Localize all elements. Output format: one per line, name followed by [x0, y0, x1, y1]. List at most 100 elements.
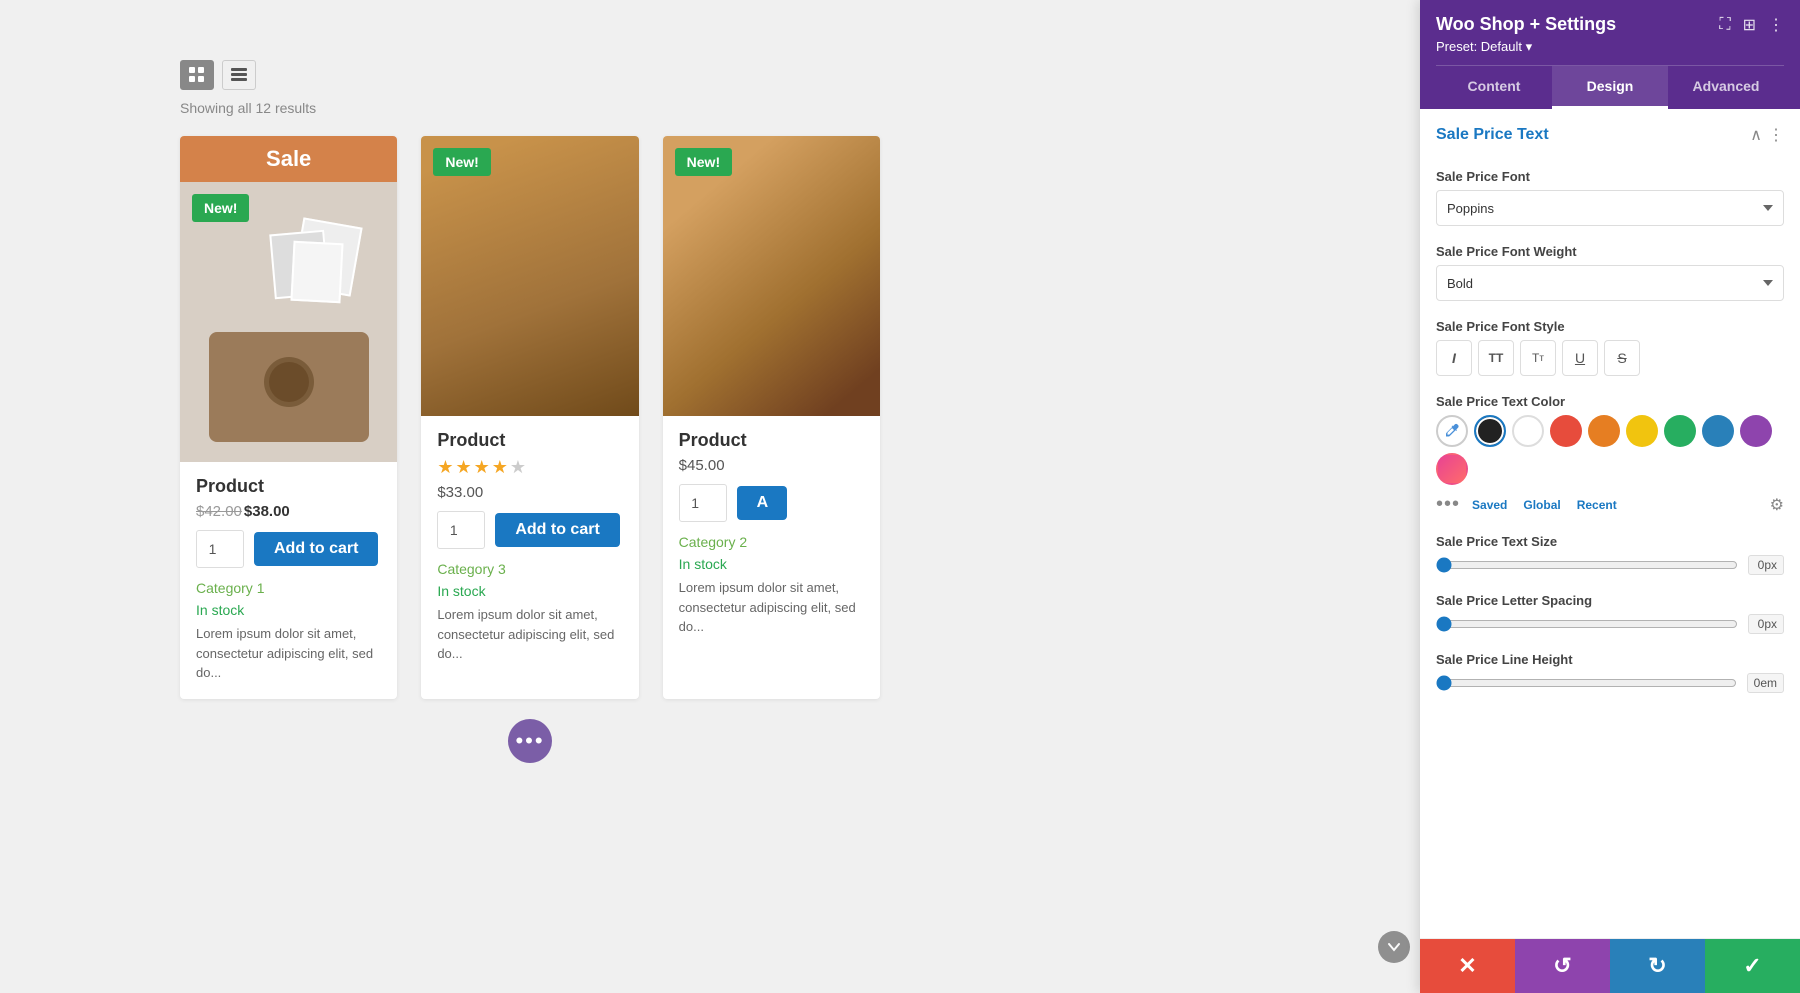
star-3: ★ — [474, 457, 490, 478]
product-info-2: Product ★ ★ ★ ★ ★ $33.00 Add to cart Cat… — [421, 416, 638, 680]
grid-view-button[interactable] — [180, 60, 214, 90]
qty-input-3[interactable] — [679, 484, 727, 522]
color-swatch-black[interactable] — [1474, 415, 1506, 447]
color-swatch-pink[interactable] — [1436, 453, 1468, 485]
sale-price-letter-spacing-label: Sale Price Letter Spacing — [1436, 593, 1784, 608]
sale-price-font-weight-group: Sale Price Font Weight Bold — [1436, 244, 1784, 301]
tab-content[interactable]: Content — [1436, 66, 1552, 109]
qty-input-2[interactable] — [437, 511, 485, 549]
font-style-strikethrough-button[interactable]: S — [1604, 340, 1640, 376]
cancel-icon: ✕ — [1458, 953, 1476, 979]
regular-price-3: $45.00 — [679, 457, 725, 474]
section-header-icons: ∧ ⋮ — [1750, 125, 1784, 145]
add-to-cart-row-3: A — [679, 484, 864, 522]
tab-advanced[interactable]: Advanced — [1668, 66, 1784, 109]
undo-button[interactable]: ↺ — [1515, 939, 1610, 993]
color-tab-dots: ••• — [1436, 493, 1460, 516]
qty-input-1[interactable] — [196, 530, 244, 568]
font-style-italic-button[interactable]: I — [1436, 340, 1472, 376]
color-swatch-green[interactable] — [1664, 415, 1696, 447]
color-swatch-yellow[interactable] — [1626, 415, 1658, 447]
color-settings-icon[interactable]: ⚙ — [1770, 495, 1784, 515]
product-stock-1: In stock — [196, 602, 381, 618]
font-style-underline-button[interactable]: U — [1562, 340, 1598, 376]
pagination: ••• — [180, 719, 880, 763]
section-header: Sale Price Text ∧ ⋮ — [1436, 125, 1784, 153]
sale-price-font-weight-select[interactable]: Bold — [1436, 265, 1784, 301]
add-to-cart-button-2[interactable]: Add to cart — [495, 513, 619, 547]
sale-price-line-height-label: Sale Price Line Height — [1436, 652, 1784, 667]
color-tab-saved[interactable]: Saved — [1468, 496, 1511, 514]
preset-label: Preset: Default — [1436, 39, 1522, 54]
sale-price-line-height-slider[interactable] — [1436, 675, 1737, 691]
color-tab-global[interactable]: Global — [1519, 496, 1564, 514]
font-style-uppercase-button[interactable]: TT — [1478, 340, 1514, 376]
panel-title: Woo Shop + Settings — [1436, 14, 1616, 35]
sale-price-text-color-label: Sale Price Text Color — [1436, 394, 1784, 409]
color-tabs-row: ••• Saved Global Recent ⚙ — [1436, 493, 1784, 516]
product-category-3[interactable]: Category 2 — [679, 534, 864, 550]
product-price-2: $33.00 — [437, 484, 622, 501]
product-name-3: Product — [679, 430, 864, 451]
font-style-capitalize-button[interactable]: Tт — [1520, 340, 1556, 376]
product-name-2: Product — [437, 430, 622, 451]
regular-price-2: $33.00 — [437, 484, 483, 501]
panel-preset[interactable]: Preset: Default ▾ — [1436, 39, 1784, 55]
sale-price-text-size-slider[interactable] — [1436, 557, 1738, 573]
sale-price-font-group: Sale Price Font Poppins — [1436, 169, 1784, 226]
color-swatches — [1436, 415, 1784, 485]
product-image-3: New! — [663, 136, 880, 416]
redo-button[interactable]: ↻ — [1610, 939, 1705, 993]
badge-new-2: New! — [433, 148, 490, 176]
color-swatch-red[interactable] — [1550, 415, 1582, 447]
sale-price-letter-spacing-value: 0px — [1748, 614, 1784, 634]
scroll-down-button[interactable] — [1378, 931, 1410, 963]
badge-new-3: New! — [675, 148, 732, 176]
section-collapse-button[interactable]: ∧ — [1750, 125, 1762, 145]
color-swatch-white[interactable] — [1512, 415, 1544, 447]
product-info-1: Product $42.00$38.00 Add to cart Categor… — [180, 462, 397, 699]
product-category-2[interactable]: Category 3 — [437, 561, 622, 577]
sale-price-font-label: Sale Price Font — [1436, 169, 1784, 184]
add-to-cart-row-2: Add to cart — [437, 511, 622, 549]
pagination-dots-button[interactable]: ••• — [508, 719, 552, 763]
add-to-cart-row-1: Add to cart — [196, 530, 381, 568]
color-swatch-orange[interactable] — [1588, 415, 1620, 447]
color-tab-recent[interactable]: Recent — [1573, 496, 1621, 514]
sale-price-font-style-group: Sale Price Font Style I TT Tт U S — [1436, 319, 1784, 376]
eyedropper-swatch[interactable] — [1436, 415, 1468, 447]
section-title: Sale Price Text — [1436, 126, 1549, 144]
sale-banner-1: Sale — [180, 136, 397, 182]
results-count: Showing all 12 results — [180, 100, 880, 116]
sale-price-line-height-group: Sale Price Line Height 0em — [1436, 652, 1784, 693]
sale-price-font-select[interactable]: Poppins — [1436, 190, 1784, 226]
product-stock-3: In stock — [679, 556, 864, 572]
product-name-1: Product — [196, 476, 381, 497]
save-icon: ✓ — [1743, 953, 1761, 979]
save-button[interactable]: ✓ — [1705, 939, 1800, 993]
expand-icon[interactable]: ⛶ — [1719, 16, 1730, 34]
product-image-2: New! — [421, 136, 638, 416]
grid-icon[interactable]: ⊞ — [1743, 15, 1756, 35]
product-category-1[interactable]: Category 1 — [196, 580, 381, 596]
preset-arrow: ▾ — [1526, 39, 1533, 54]
sale-price-text-size-label: Sale Price Text Size — [1436, 534, 1784, 549]
add-to-cart-button-1[interactable]: Add to cart — [254, 532, 378, 566]
color-swatch-blue[interactable] — [1702, 415, 1734, 447]
panel-footer: ✕ ↺ ↻ ✓ — [1420, 938, 1800, 993]
star-5: ★ — [510, 457, 526, 478]
panel-body[interactable]: Sale Price Text ∧ ⋮ Sale Price Font Popp… — [1420, 109, 1800, 938]
more-options-icon[interactable]: ⋮ — [1768, 15, 1784, 35]
tab-design[interactable]: Design — [1552, 66, 1668, 109]
product-stock-2: In stock — [437, 583, 622, 599]
section-more-button[interactable]: ⋮ — [1768, 125, 1784, 145]
color-swatch-purple[interactable] — [1740, 415, 1772, 447]
cancel-button[interactable]: ✕ — [1420, 939, 1515, 993]
sale-price-letter-spacing-slider[interactable] — [1436, 616, 1738, 632]
sale-price-line-height-slider-row: 0em — [1436, 673, 1784, 693]
sale-price-font-style-label: Sale Price Font Style — [1436, 319, 1784, 334]
sale-price-text-color-group: Sale Price Text Color ••• Saved Global — [1436, 394, 1784, 516]
add-to-cart-button-3[interactable]: A — [737, 486, 787, 520]
star-2: ★ — [455, 457, 471, 478]
list-view-button[interactable] — [222, 60, 256, 90]
